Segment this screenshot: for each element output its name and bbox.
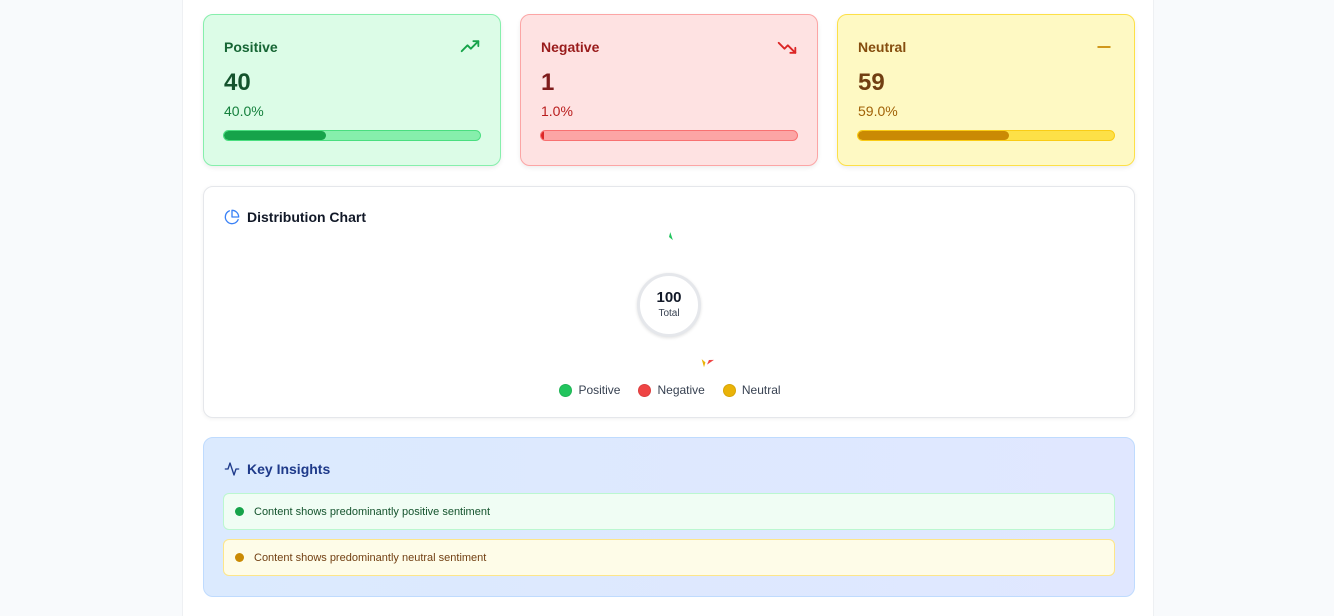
neutral-progress-fill <box>858 131 1010 140</box>
insight-dot-neutral <box>235 553 244 562</box>
chart-legend: Positive Negative Neutral <box>204 383 1136 397</box>
positive-label: Positive <box>224 39 278 55</box>
key-insights-panel: Key Insights Content shows predominantly… <box>203 437 1135 597</box>
insight-item: Content shows predominantly neutral sent… <box>223 539 1115 576</box>
positive-percent: 40.0% <box>224 103 264 119</box>
legend-label-negative: Negative <box>657 383 705 397</box>
negative-label: Negative <box>541 39 600 55</box>
negative-progress-bar <box>540 130 798 141</box>
neutral-count: 59 <box>858 69 885 96</box>
neutral-percent: 59.0% <box>858 103 898 119</box>
insight-text: Content shows predominantly neutral sent… <box>254 551 487 564</box>
pie-slice-neutral[interactable] <box>701 359 706 368</box>
insight-dot-positive <box>235 507 244 516</box>
negative-card: Negative 1 1.0% <box>520 14 818 166</box>
legend-item-positive[interactable]: Positive <box>559 383 620 397</box>
neutral-label: Neutral <box>858 39 907 55</box>
positive-progress-fill <box>224 131 327 140</box>
legend-item-negative[interactable]: Negative <box>638 383 705 397</box>
total-circle: 100 Total <box>637 273 701 337</box>
positive-progress-bar <box>223 130 481 141</box>
trending-down-icon <box>777 41 797 54</box>
key-insights-header: Key Insights <box>224 461 330 477</box>
neutral-progress-bar <box>857 130 1115 141</box>
positive-card: Positive 40 40.0% <box>203 14 501 166</box>
insight-item: Content shows predominantly positive sen… <box>223 493 1115 530</box>
legend-item-neutral[interactable]: Neutral <box>722 383 781 397</box>
total-label: Total <box>658 308 680 319</box>
insight-text: Content shows predominantly positive sen… <box>254 505 491 518</box>
activity-icon <box>224 462 240 476</box>
key-insights-title: Key Insights <box>247 461 331 477</box>
trending-up-icon <box>460 40 480 53</box>
legend-dot-negative <box>638 383 652 397</box>
neutral-card: Neutral 59 59.0% <box>837 14 1135 166</box>
negative-percent: 1.0% <box>541 103 573 119</box>
pie-slice-positive[interactable] <box>669 232 673 241</box>
legend-label-neutral: Neutral <box>741 383 781 397</box>
legend-label-positive: Positive <box>578 383 621 397</box>
positive-count: 40 <box>224 69 251 96</box>
distribution-chart-panel: Distribution Chart 100 Total Positive Ne… <box>203 186 1135 418</box>
negative-progress-fill <box>541 131 544 140</box>
minus-icon <box>1097 46 1111 48</box>
legend-dot-positive <box>559 383 573 397</box>
main-content: Positive 40 40.0% Negative 1 1.0% Neutra… <box>182 0 1154 616</box>
negative-count: 1 <box>541 69 555 96</box>
total-value: 100 <box>656 289 682 306</box>
legend-dot-neutral <box>722 383 736 397</box>
pie-slice-negative[interactable] <box>707 359 714 365</box>
